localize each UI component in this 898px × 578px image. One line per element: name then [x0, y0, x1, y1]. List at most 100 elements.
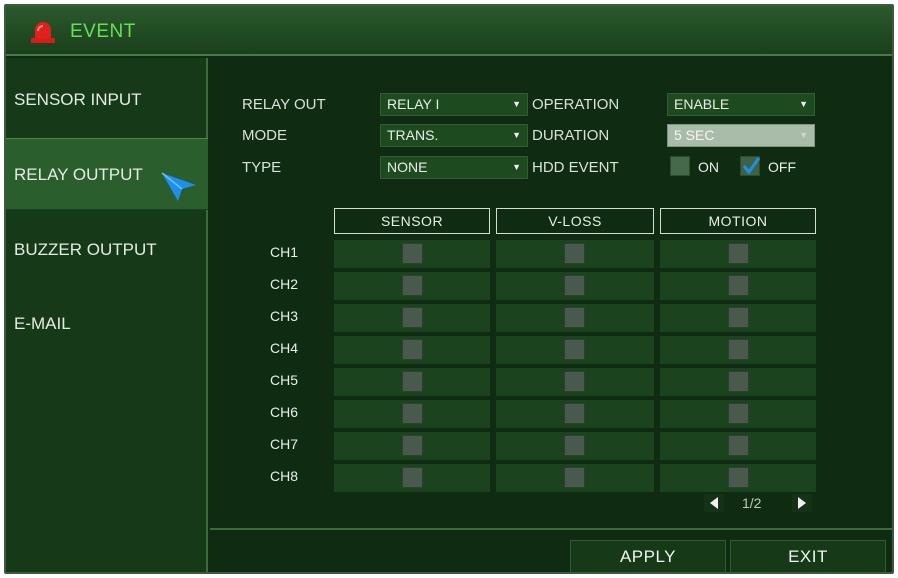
sidebar-item-label: BUZZER OUTPUT — [14, 240, 157, 259]
column-header-sensor: SENSOR — [334, 208, 490, 234]
grid-cell — [334, 432, 490, 460]
grid-cell — [496, 400, 654, 428]
grid-cell — [496, 432, 654, 460]
hdd-event-off-label: OFF — [768, 159, 796, 175]
page-indicator: 1/2 — [742, 495, 762, 511]
window-title: EVENT — [70, 21, 136, 42]
dropdown-arrow-icon: ▼ — [512, 130, 521, 140]
ch2-sensor-checkbox[interactable] — [402, 275, 423, 296]
prev-page-button[interactable] — [704, 494, 724, 512]
hdd-event-off-checkbox[interactable] — [740, 156, 760, 176]
ch4-sensor-checkbox[interactable] — [402, 339, 423, 360]
channel-label: CH6 — [270, 404, 299, 420]
ch4-vloss-checkbox[interactable] — [564, 339, 585, 360]
title-bar: EVENT — [6, 6, 892, 56]
channel-label: CH7 — [270, 436, 299, 452]
sidebar: SENSOR INPUT RELAY OUTPUT BUZZER OUTPUT … — [6, 58, 208, 572]
operation-select[interactable]: ENABLE ▼ — [667, 93, 815, 116]
ch7-motion-checkbox[interactable] — [728, 435, 749, 456]
grid-cell — [660, 336, 816, 364]
ch1-sensor-checkbox[interactable] — [402, 243, 423, 264]
operation-label: OPERATION — [532, 96, 620, 113]
channel-label: CH2 — [270, 276, 299, 292]
sidebar-item-sensor-input[interactable]: SENSOR INPUT — [6, 64, 208, 136]
dropdown-arrow-icon: ▼ — [799, 130, 808, 140]
column-header-motion: MOTION — [660, 208, 816, 234]
mouse-cursor-icon — [161, 172, 196, 201]
mode-label: MODE — [242, 127, 287, 144]
dropdown-arrow-icon: ▼ — [512, 162, 521, 172]
event-window: EVENT SENSOR INPUT RELAY OUTPUT BUZZER O… — [4, 4, 894, 574]
ch8-motion-checkbox[interactable] — [728, 467, 749, 488]
channel-label: CH8 — [270, 468, 299, 484]
type-select[interactable]: NONE ▼ — [380, 156, 528, 179]
ch3-vloss-checkbox[interactable] — [564, 307, 585, 328]
triangle-right-icon — [798, 497, 806, 509]
grid-cell — [660, 304, 816, 332]
ch6-sensor-checkbox[interactable] — [402, 403, 423, 424]
grid-cell — [496, 464, 654, 492]
grid-cell — [660, 432, 816, 460]
relay-out-label: RELAY OUT — [242, 96, 326, 113]
exit-button[interactable]: EXIT — [730, 540, 886, 572]
dropdown-arrow-icon: ▼ — [512, 99, 521, 109]
ch1-vloss-checkbox[interactable] — [564, 243, 585, 264]
next-page-button[interactable] — [792, 494, 812, 512]
grid-cell — [496, 240, 654, 268]
sidebar-item-buzzer-output[interactable]: BUZZER OUTPUT — [6, 214, 208, 286]
grid-cell — [496, 336, 654, 364]
ch2-motion-checkbox[interactable] — [728, 275, 749, 296]
relay-out-select[interactable]: RELAY I ▼ — [380, 93, 528, 116]
duration-select[interactable]: 5 SEC ▼ — [667, 124, 815, 147]
grid-cell — [660, 368, 816, 396]
ch8-sensor-checkbox[interactable] — [402, 467, 423, 488]
ch1-motion-checkbox[interactable] — [728, 243, 749, 264]
ch3-sensor-checkbox[interactable] — [402, 307, 423, 328]
apply-button[interactable]: APPLY — [570, 540, 726, 572]
grid-cell — [660, 464, 816, 492]
dropdown-arrow-icon: ▼ — [799, 99, 808, 109]
ch7-vloss-checkbox[interactable] — [564, 435, 585, 456]
ch3-motion-checkbox[interactable] — [728, 307, 749, 328]
grid-cell — [660, 400, 816, 428]
ch5-sensor-checkbox[interactable] — [402, 371, 423, 392]
grid-cell — [334, 400, 490, 428]
grid-cell — [660, 240, 816, 268]
ch5-motion-checkbox[interactable] — [728, 371, 749, 392]
channel-label: CH1 — [270, 244, 299, 260]
hdd-event-on-label: ON — [698, 159, 719, 175]
grid-cell — [496, 368, 654, 396]
ch7-sensor-checkbox[interactable] — [402, 435, 423, 456]
channel-label: CH4 — [270, 340, 299, 356]
grid-cell — [334, 272, 490, 300]
ch2-vloss-checkbox[interactable] — [564, 275, 585, 296]
grid-cell — [496, 272, 654, 300]
grid-cell — [334, 368, 490, 396]
channel-label: CH5 — [270, 372, 299, 388]
grid-cell — [334, 240, 490, 268]
duration-label: DURATION — [532, 127, 610, 144]
ch6-motion-checkbox[interactable] — [728, 403, 749, 424]
column-header-v-loss: V-LOSS — [496, 208, 654, 234]
sidebar-item-label: RELAY OUTPUT — [14, 165, 143, 184]
sidebar-item-label: E-MAIL — [14, 314, 71, 333]
ch8-vloss-checkbox[interactable] — [564, 467, 585, 488]
ch4-motion-checkbox[interactable] — [728, 339, 749, 360]
hdd-event-on-checkbox[interactable] — [670, 156, 690, 176]
relay-output-panel: RELAY OUT RELAY I ▼ MODE TRANS. ▼ TYPE N… — [210, 58, 892, 572]
hdd-event-label: HDD EVENT — [532, 159, 619, 176]
channel-label: CH3 — [270, 308, 299, 324]
sidebar-item-label: SENSOR INPUT — [14, 90, 142, 109]
sidebar-item-email[interactable]: E-MAIL — [6, 288, 208, 360]
grid-cell — [334, 464, 490, 492]
ch6-vloss-checkbox[interactable] — [564, 403, 585, 424]
alarm-siren-icon — [31, 22, 55, 43]
ch5-vloss-checkbox[interactable] — [564, 371, 585, 392]
grid-cell — [660, 272, 816, 300]
mode-select[interactable]: TRANS. ▼ — [380, 124, 528, 147]
footer-bar: APPLY EXIT — [210, 528, 892, 572]
type-label: TYPE — [242, 159, 282, 176]
sidebar-item-relay-output[interactable]: RELAY OUTPUT — [6, 138, 208, 210]
checkmark-icon — [742, 157, 760, 175]
grid-cell — [334, 304, 490, 332]
